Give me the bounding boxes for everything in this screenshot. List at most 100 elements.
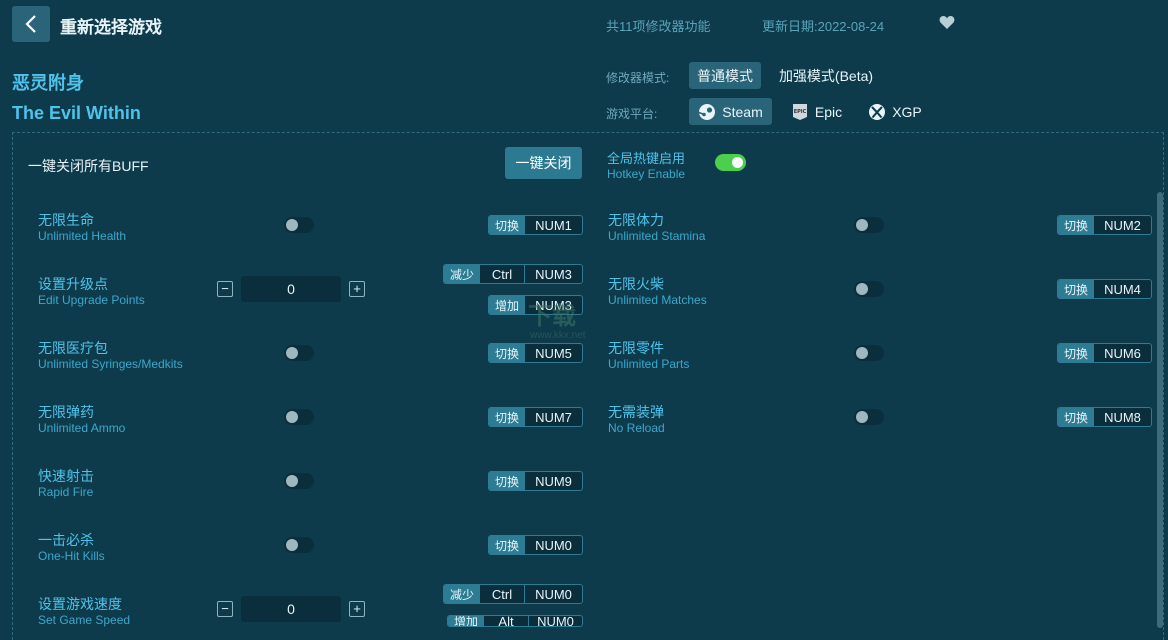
hotkey-chip-decrease[interactable]: 减少 Ctrl NUM0 xyxy=(443,584,583,604)
platform-epic-label: Epic xyxy=(814,103,843,120)
close-all-button[interactable]: 一键关闭 xyxy=(505,147,582,179)
increment-button[interactable]: + xyxy=(349,601,365,617)
unlimited-medkits-toggle[interactable] xyxy=(284,345,314,361)
hotkey-action: 切换 xyxy=(489,216,526,234)
hotkey-action: 切换 xyxy=(489,536,526,554)
hotkey-action: 切换 xyxy=(1058,408,1095,426)
hotkey-key: NUM4 xyxy=(1104,281,1141,297)
steam-icon xyxy=(698,103,716,120)
hotkey-chip-decrease[interactable]: 减少 Ctrl NUM3 xyxy=(443,264,583,284)
hotkey-action: 切换 xyxy=(1058,344,1095,362)
platform-label: 游戏平台: xyxy=(606,107,658,121)
cheat-name-cn: 无限生命 xyxy=(38,212,94,228)
xbox-icon xyxy=(869,103,886,120)
cheat-name-cn: 设置升级点 xyxy=(38,276,108,292)
hotkey-action: 切换 xyxy=(489,408,526,426)
hotkey-key: NUM9 xyxy=(535,473,572,489)
cheat-name-en: Edit Upgrade Points xyxy=(38,293,145,307)
cheat-name-cn: 快速射击 xyxy=(38,468,94,484)
cheat-panel xyxy=(12,132,1164,640)
unlimited-parts-toggle[interactable] xyxy=(854,345,884,361)
features-count: 共11项修改器功能 xyxy=(606,19,711,34)
hotkey-key: NUM7 xyxy=(535,409,572,425)
hotkey-action: 减少 xyxy=(444,265,481,283)
cheat-name-en: No Reload xyxy=(608,421,665,435)
favorite-heart-icon[interactable] xyxy=(939,15,955,35)
game-name-en: The Evil Within xyxy=(12,103,141,123)
cheat-name-en: Set Game Speed xyxy=(38,613,131,627)
upgrade-points-input[interactable]: 0 xyxy=(241,276,341,302)
watermark: 下载 xyxy=(528,303,576,330)
cheat-name-cn: 无限零件 xyxy=(608,340,664,356)
cheat-name-en: Unlimited Stamina xyxy=(608,229,706,243)
mode-label: 修改器模式: xyxy=(606,71,670,85)
hotkey-modifier: Ctrl xyxy=(491,586,513,602)
platform-steam-label: Steam xyxy=(722,103,763,120)
no-reload-toggle[interactable] xyxy=(854,409,884,425)
rapid-fire-toggle[interactable] xyxy=(284,473,314,489)
hotkey-key: NUM5 xyxy=(535,345,572,361)
unlimited-ammo-toggle[interactable] xyxy=(284,409,314,425)
one-hit-kills-toggle[interactable] xyxy=(284,537,314,553)
hotkey-action: 增加 xyxy=(489,296,526,314)
increment-button[interactable]: + xyxy=(349,281,365,297)
hotkey-chip[interactable]: 切换 NUM1 xyxy=(488,215,583,235)
back-button[interactable] xyxy=(12,6,50,42)
cheat-name-en: Rapid Fire xyxy=(38,485,94,499)
mode-enhanced-button[interactable]: 加强模式(Beta) xyxy=(770,62,882,89)
hotkey-chip[interactable]: 切换 NUM5 xyxy=(488,343,583,363)
cheat-name-cn: 一击必杀 xyxy=(38,532,94,548)
hotkey-chip[interactable]: 切换 NUM8 xyxy=(1057,407,1152,427)
hotkey-key: NUM1 xyxy=(535,217,572,233)
hotkey-enable-label-en: Hotkey Enable xyxy=(607,167,686,181)
cheat-name-cn: 无限弹药 xyxy=(38,404,94,420)
page-title: 重新选择游戏 xyxy=(60,18,162,37)
hotkey-chip[interactable]: 切换 NUM0 xyxy=(488,535,583,555)
cheat-name-en: Unlimited Ammo xyxy=(38,421,126,435)
unlimited-stamina-toggle[interactable] xyxy=(854,217,884,233)
hotkey-chip[interactable]: 切换 NUM7 xyxy=(488,407,583,427)
platform-xgp-button[interactable]: XGP xyxy=(862,98,928,125)
hotkey-modifier: Ctrl xyxy=(491,266,513,282)
hotkey-key: NUM3 xyxy=(524,265,582,283)
scrollbar[interactable] xyxy=(1157,192,1163,628)
hotkey-enable-label-cn: 全局热键启用 xyxy=(607,151,686,166)
cheat-name-en: Unlimited Matches xyxy=(608,293,707,307)
decrement-button[interactable]: − xyxy=(217,601,233,617)
platform-steam-button[interactable]: Steam xyxy=(689,98,772,125)
hotkey-modifier: Alt xyxy=(498,615,514,627)
platform-epic-button[interactable]: EPIC Epic xyxy=(782,98,852,125)
hotkey-enable-switch[interactable] xyxy=(715,154,746,171)
hotkey-action: 切换 xyxy=(489,344,526,362)
decrement-button[interactable]: − xyxy=(217,281,233,297)
hotkey-action: 增加 xyxy=(448,616,485,626)
cheat-name-en: One-Hit Kills xyxy=(38,549,105,563)
hotkey-action: 减少 xyxy=(444,585,481,603)
watermark-url: www.kkx.net xyxy=(530,330,586,341)
hotkey-key: NUM0 xyxy=(528,616,582,626)
hotkey-action: 切换 xyxy=(1058,280,1095,298)
cheat-name-en: Unlimited Parts xyxy=(608,357,690,371)
hotkey-chip-increase[interactable]: 增加 Alt NUM0 xyxy=(447,615,583,627)
chevron-left-icon xyxy=(25,15,36,33)
cheat-name-cn: 无限体力 xyxy=(608,212,664,228)
mode-normal-button[interactable]: 普通模式 xyxy=(689,62,761,89)
hotkey-chip[interactable]: 切换 NUM6 xyxy=(1057,343,1152,363)
unlimited-health-toggle[interactable] xyxy=(284,217,314,233)
hotkey-action: 切换 xyxy=(1058,216,1095,234)
hotkey-chip[interactable]: 切换 NUM9 xyxy=(488,471,583,491)
update-date: 更新日期:2022-08-24 xyxy=(762,19,885,34)
hotkey-key: NUM2 xyxy=(1104,217,1141,233)
hotkey-key: NUM6 xyxy=(1104,345,1141,361)
close-all-label: 一键关闭所有BUFF xyxy=(28,158,149,174)
hotkey-chip[interactable]: 切换 NUM2 xyxy=(1057,215,1152,235)
unlimited-matches-toggle[interactable] xyxy=(854,281,884,297)
hotkey-key: NUM8 xyxy=(1104,409,1141,425)
hotkey-action: 切换 xyxy=(489,472,526,490)
hotkey-key: NUM0 xyxy=(524,585,582,603)
cheat-name-en: Unlimited Health xyxy=(38,229,127,243)
game-speed-input[interactable]: 0 xyxy=(241,596,341,622)
hotkey-chip[interactable]: 切换 NUM4 xyxy=(1057,279,1152,299)
cheat-name-cn: 设置游戏速度 xyxy=(38,596,122,612)
platform-xgp-label: XGP xyxy=(892,103,922,120)
